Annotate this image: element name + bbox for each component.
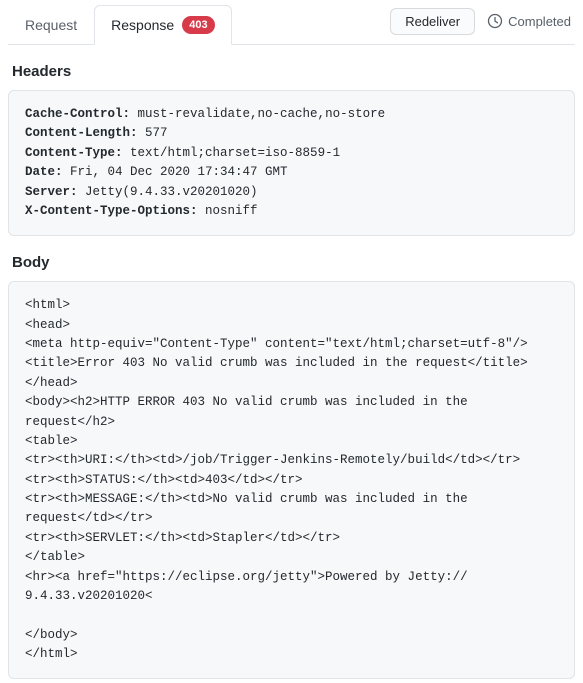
tab-response-label: Response (111, 17, 174, 33)
header-value: Fri, 04 Dec 2020 17:34:47 GMT (63, 165, 288, 179)
header-value: must-revalidate,no-cache,no-store (130, 107, 385, 121)
tab-request-label: Request (25, 17, 77, 33)
headers-block: Cache-Control: must-revalidate,no-cache,… (8, 90, 575, 236)
tab-response[interactable]: Response 403 (94, 5, 231, 45)
body-line: </head> (25, 374, 558, 393)
header-value: 577 (138, 126, 168, 140)
header-name: Server: (25, 185, 78, 199)
body-line (25, 606, 558, 625)
body-line: <meta http-equiv="Content-Type" content=… (25, 335, 558, 354)
body-line: </html> (25, 645, 558, 664)
body-line: <html> (25, 296, 558, 315)
header-name: Content-Type: (25, 146, 123, 160)
redeliver-button[interactable]: Redeliver (390, 8, 475, 35)
delivery-status: Completed (487, 13, 571, 29)
header-value: Jetty(9.4.33.v20201020) (78, 185, 258, 199)
body-line: <tr><th>URI:</th><td>/job/Trigger-Jenkin… (25, 451, 558, 470)
header-value: nosniff (198, 204, 258, 218)
header-name: X-Content-Type-Options: (25, 204, 198, 218)
body-line: <tr><th>STATUS:</th><td>403</td></tr> (25, 471, 558, 490)
body-line: <table> (25, 432, 558, 451)
header-name: Content-Length: (25, 126, 138, 140)
body-block: <html><head><meta http-equiv="Content-Ty… (8, 281, 575, 679)
body-line: </body> (25, 626, 558, 645)
body-line: <tr><th>SERVLET:</th><td>Stapler</td></t… (25, 529, 558, 548)
headers-heading: Headers (12, 63, 571, 80)
status-badge: 403 (182, 16, 214, 34)
header-name: Date: (25, 165, 63, 179)
body-line: <tr><th>MESSAGE:</th><td>No valid crumb … (25, 490, 558, 529)
body-line: <body><h2>HTTP ERROR 403 No valid crumb … (25, 393, 558, 432)
body-line: <title>Error 403 No valid crumb was incl… (25, 354, 558, 373)
body-heading: Body (12, 254, 571, 271)
delivery-status-label: Completed (508, 14, 571, 29)
body-line: <head> (25, 316, 558, 335)
clock-icon (487, 13, 503, 29)
body-line: <hr><a href="https://eclipse.org/jetty">… (25, 568, 558, 607)
header-value: text/html;charset=iso-8859-1 (123, 146, 341, 160)
tab-bar: Request Response 403 Redeliver Completed (8, 4, 575, 45)
header-name: Cache-Control: (25, 107, 130, 121)
body-line: </table> (25, 548, 558, 567)
tab-request[interactable]: Request (8, 5, 94, 45)
